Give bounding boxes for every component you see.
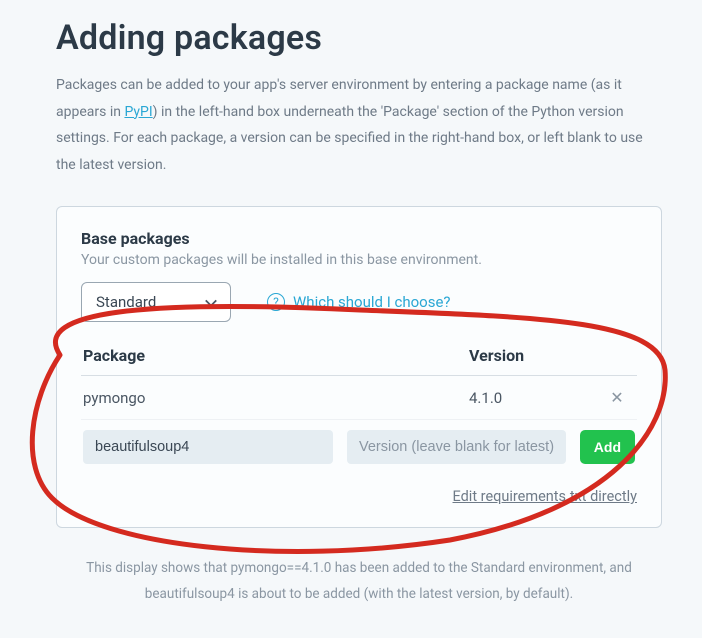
intro-paragraph: Packages can be added to your app's serv… [56, 72, 662, 178]
remove-package-button[interactable]: ✕ [599, 388, 635, 407]
help-icon: ? [267, 293, 285, 311]
packages-table-header: Package Version [81, 340, 637, 376]
pypi-link[interactable]: PyPI [124, 104, 152, 120]
base-environment-dropdown[interactable]: Standard [81, 282, 231, 322]
page-title: Adding packages [56, 18, 662, 58]
add-package-row: Add [81, 420, 637, 468]
edit-requirements-link[interactable]: Edit requirements.txt directly [453, 488, 637, 505]
close-icon: ✕ [610, 388, 623, 407]
package-name-cell: pymongo [83, 389, 469, 407]
caption-line-1: This display shows that pymongo==4.1.0 h… [86, 560, 632, 576]
caption-line-2: beautifulsoup4 is about to be added (wit… [145, 586, 573, 602]
package-version-input[interactable] [347, 430, 566, 464]
add-button[interactable]: Add [580, 430, 635, 464]
dropdown-selected-label: Standard [96, 293, 156, 311]
package-name-input[interactable] [83, 430, 333, 464]
base-packages-panel: Base packages Your custom packages will … [56, 206, 662, 528]
base-packages-heading: Base packages [81, 229, 637, 248]
help-link-label: Which should I choose? [293, 293, 451, 311]
column-package: Package [83, 346, 469, 365]
column-version: Version [469, 346, 599, 365]
chevron-down-icon [204, 296, 216, 308]
package-version-cell: 4.1.0 [469, 389, 599, 407]
base-packages-subtitle: Your custom packages will be installed i… [81, 252, 637, 268]
which-should-i-choose-link[interactable]: ? Which should I choose? [267, 293, 451, 311]
table-row: pymongo 4.1.0 ✕ [81, 376, 637, 420]
figure-caption: This display shows that pymongo==4.1.0 h… [56, 556, 662, 607]
